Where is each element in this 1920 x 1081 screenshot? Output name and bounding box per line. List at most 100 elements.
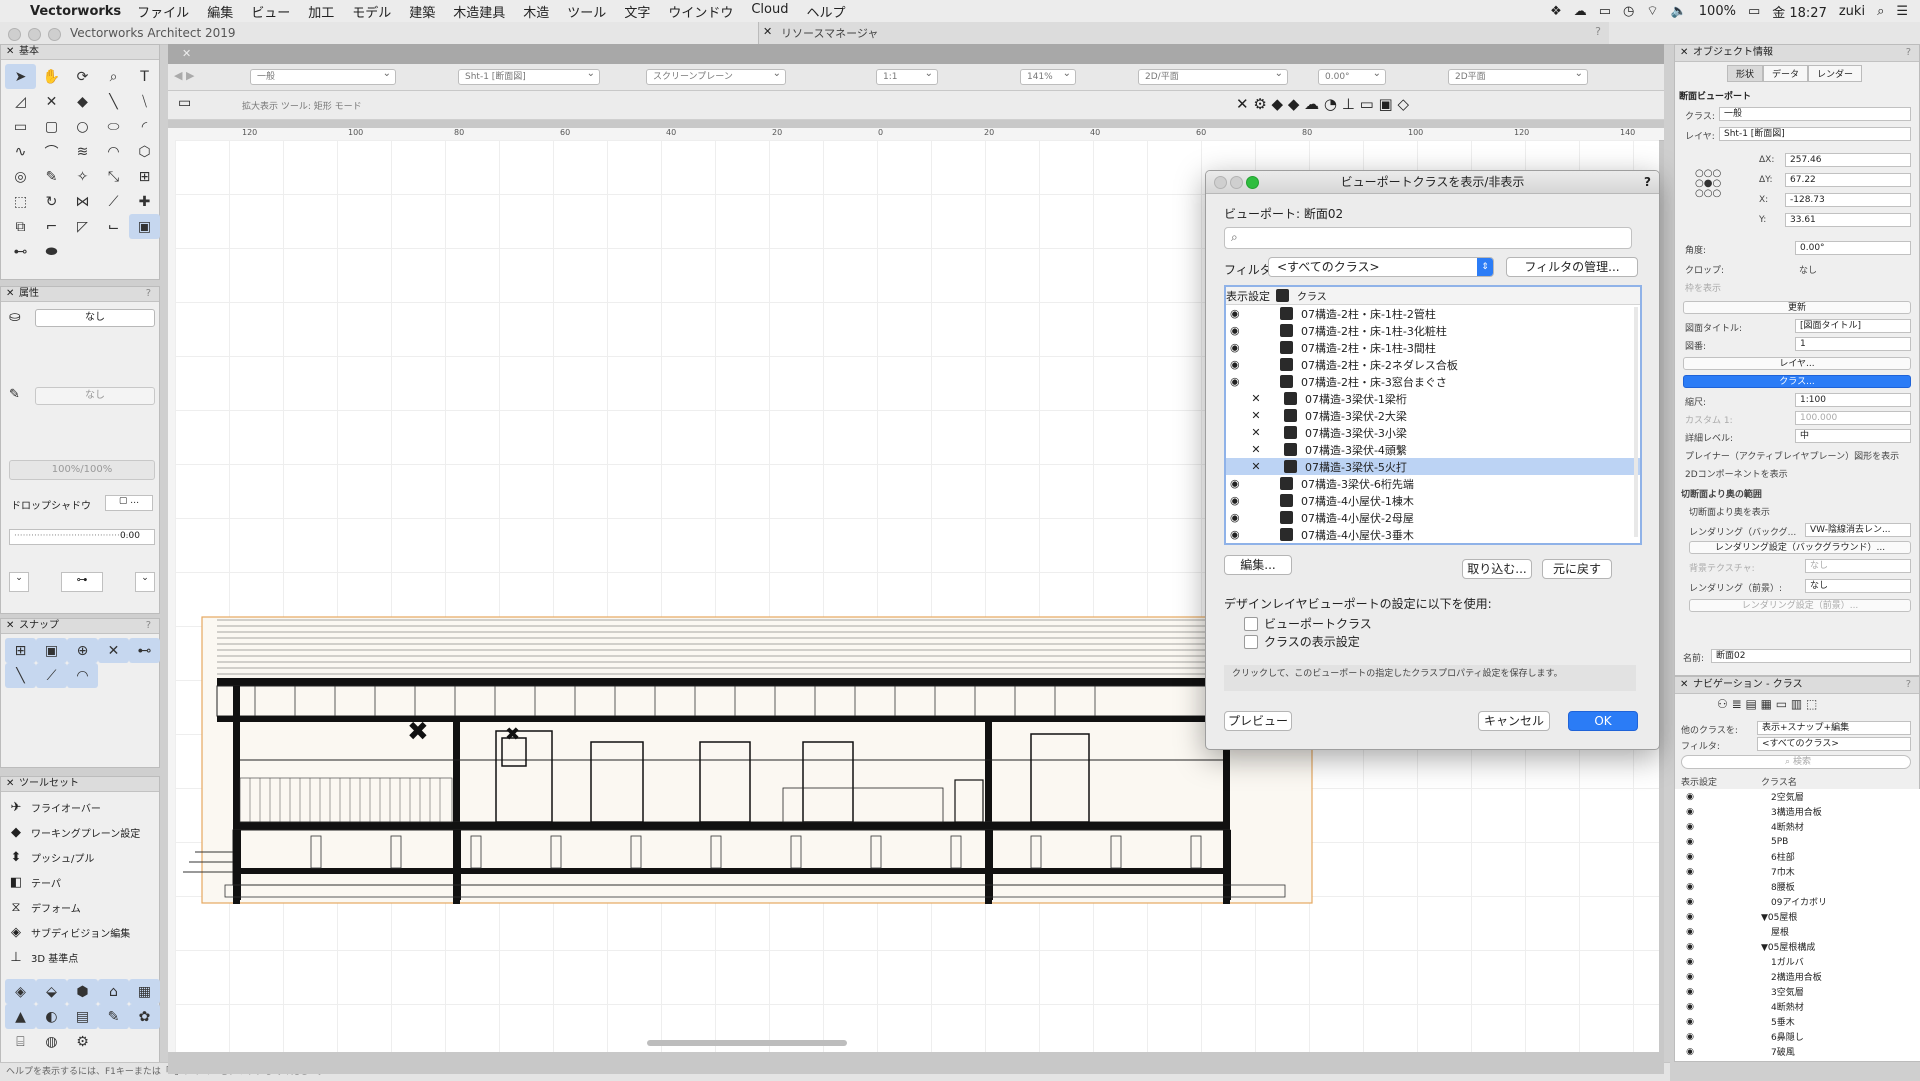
circle-tool-icon[interactable]: ○ — [67, 114, 98, 139]
hidden-x-icon[interactable]: ✕ — [1226, 443, 1278, 456]
text-tool-icon[interactable]: T — [129, 64, 160, 89]
nav-class-row[interactable]: ◉ 1ガルバ — [1675, 954, 1905, 969]
toolset-item[interactable]: ⬍ プッシュ/プル — [1, 845, 161, 870]
trim-tool-icon[interactable]: ⌙ — [98, 214, 129, 239]
eyedropper-tool-icon[interactable]: ✎ — [36, 164, 67, 189]
menu-0[interactable]: ファイル — [137, 2, 189, 21]
toolset-item[interactable]: ◧ テーパ — [1, 870, 161, 895]
import-button[interactable]: 取り込む... — [1462, 559, 1532, 579]
eye-icon[interactable]: ◉ — [1675, 1047, 1705, 1057]
double-line-tool-icon[interactable]: ⧹ — [129, 89, 160, 114]
y-field[interactable]: 33.61 — [1785, 213, 1911, 227]
close-dialog-button[interactable] — [1214, 176, 1227, 189]
eye-icon[interactable]: ◉ — [1675, 822, 1705, 832]
nav-class-row[interactable]: ◉ 5PB — [1675, 834, 1905, 849]
zoom-dialog-button[interactable] — [1246, 176, 1259, 189]
mirror-tool-icon[interactable]: ⋈ — [67, 189, 98, 214]
nav-class-row[interactable]: ◉ 6柱部 — [1675, 849, 1905, 864]
site-tool-icon[interactable]: ▲ — [5, 1004, 36, 1029]
polyline-tool-icon[interactable]: ⌒ — [36, 139, 67, 164]
plane-angle-field[interactable]: 0.00° — [1318, 67, 1386, 85]
notification-icon[interactable]: ☰ — [1896, 4, 1908, 19]
arrow-start-select[interactable]: ⌄ — [9, 572, 29, 592]
light-tool-icon[interactable]: ◐ — [36, 1004, 67, 1029]
fillet-tool-icon[interactable]: ⌐ — [36, 214, 67, 239]
class-row[interactable]: ✕ 07構造-3梁伏-1梁桁 — [1226, 390, 1640, 407]
extrude-tool-icon[interactable]: ⬙ — [36, 979, 67, 1004]
eye-icon[interactable]: ◉ — [1675, 1002, 1705, 1012]
cancel-button[interactable]: キャンセル — [1478, 711, 1550, 731]
minimize-dialog-button[interactable] — [1230, 176, 1243, 189]
eye-icon[interactable]: ◉ — [1675, 1017, 1705, 1027]
solid-tool-icon[interactable]: ⬢ — [67, 979, 98, 1004]
toolset-item[interactable]: ⧖ デフォーム — [1, 895, 161, 920]
minimize-window-button[interactable] — [28, 28, 41, 41]
nav-toolbar-icons[interactable]: ⚇ ≣ ▤ ▦ ▭ ▥ ⬚ — [1717, 697, 1817, 711]
snap-smart-edge-icon[interactable]: ⟋ — [36, 663, 67, 688]
arrow-end-select[interactable]: ⌄ — [135, 572, 155, 592]
snap-distance-icon[interactable]: ⊷ — [129, 638, 160, 663]
nav-class-row[interactable]: ◉ 3空気層 — [1675, 984, 1905, 999]
manage-filters-button[interactable]: フィルタの管理... — [1506, 257, 1638, 277]
eye-icon[interactable]: ◉ — [1675, 837, 1705, 847]
help-icon[interactable]: ? — [1644, 171, 1651, 193]
class-search-input[interactable]: ⌕ — [1224, 227, 1632, 249]
class-row[interactable]: ◉ 07構造-4小屋伏-1棟木 — [1226, 492, 1640, 509]
nav-class-row[interactable]: ◉ 3構造用合板 — [1675, 804, 1905, 819]
toolset-item[interactable]: ⊥ 3D 基準点 — [1, 945, 161, 970]
eye-icon[interactable]: ◉ — [1226, 341, 1274, 354]
nav-class-row[interactable]: ◉ 6鼻隠し — [1675, 1029, 1905, 1044]
class-row[interactable]: ◉ 07構造-3梁伏-6桁先端 — [1226, 475, 1640, 492]
user-name[interactable]: zuki — [1839, 4, 1865, 19]
name-field[interactable]: 断面02 — [1711, 649, 1911, 663]
callout-tool-icon[interactable]: ◿ — [5, 89, 36, 114]
eye-icon[interactable]: ◉ — [1226, 494, 1274, 507]
crop-show-checkbox[interactable]: 枠を表示 — [1685, 281, 1721, 294]
split-tool-icon[interactable]: ⟋ — [98, 189, 129, 214]
other-classes-select[interactable]: 表示+スナップ+編集 — [1757, 721, 1911, 735]
attribute-mapping-icon[interactable]: ◆ — [67, 89, 98, 114]
freehand-tool-icon[interactable]: ∿ — [5, 139, 36, 164]
class-row[interactable]: ◉ 07構造-2柱・床-2ネダレス合板 — [1226, 356, 1640, 373]
menu-11[interactable]: Cloud — [751, 2, 788, 21]
eye-icon[interactable]: ◉ — [1675, 867, 1705, 877]
double-polyline-tool-icon[interactable]: ≋ — [67, 139, 98, 164]
menu-6[interactable]: 木造建具 — [453, 2, 505, 21]
cylinder-tool-icon[interactable]: ◍ — [36, 1029, 67, 1054]
hidden-x-icon[interactable]: ✕ — [1226, 409, 1278, 422]
dx-field[interactable]: 257.46 — [1785, 153, 1911, 167]
eye-icon[interactable]: ◉ — [1675, 972, 1705, 982]
close-icon[interactable]: ✕ — [763, 25, 772, 38]
gear-icon[interactable]: ⚙ — [67, 1029, 98, 1054]
show-beyond-checkbox[interactable]: 切断面より奥を表示 — [1689, 505, 1770, 518]
nav-class-row[interactable]: ◉ 4断熱材 — [1675, 999, 1905, 1014]
class-select[interactable]: 一般 — [1719, 107, 1911, 121]
viewport-tools-icons[interactable]: ✕ ⚙ ◆ ◆ ☁ ◔ ⊥ ▭ ▣ ◇ — [1236, 95, 1409, 113]
reference-point-grid-icon[interactable]: ○○○ ○●○ ○○○ — [1695, 169, 1721, 199]
render-fg-settings-button[interactable]: レンダリング設定（前景）... — [1689, 599, 1911, 612]
eye-icon[interactable]: ◉ — [1675, 897, 1705, 907]
spotlight-icon[interactable]: ⌕ — [1877, 4, 1884, 19]
toolset-item[interactable]: ◈ サブディビジョン編集 — [1, 920, 161, 945]
layer-select[interactable]: Sht-1 [断面図] — [1719, 127, 1911, 141]
nav-filter-select[interactable]: <すべてのクラス> — [1757, 737, 1911, 751]
bg-texture-select[interactable]: なし — [1805, 559, 1911, 573]
horizontal-scrollbar[interactable] — [647, 1040, 847, 1046]
rotate-tool-icon[interactable]: ↻ — [36, 189, 67, 214]
nav-class-row[interactable]: ◉ 4断熱材 — [1675, 819, 1905, 834]
nav-class-row[interactable]: ◉ 屋根 — [1675, 924, 1905, 939]
class-row[interactable]: ◉ 07構造-2柱・床-1柱-3化粧柱 — [1226, 322, 1640, 339]
zoom-mode-icon[interactable]: ▭ — [178, 95, 191, 111]
eye-icon[interactable]: ◉ — [1675, 882, 1705, 892]
wand-tool-icon[interactable]: ✧ — [67, 164, 98, 189]
eye-icon[interactable]: ◉ — [1675, 957, 1705, 967]
class-row[interactable]: ✕ 07構造-3梁伏-5火打 — [1226, 458, 1640, 475]
furniture-tool-icon[interactable]: ▤ — [67, 1004, 98, 1029]
clock[interactable]: 金 18:27 — [1772, 2, 1827, 21]
arc-tool-icon[interactable]: ◜ — [129, 114, 160, 139]
edit-button[interactable]: 編集... — [1224, 555, 1292, 575]
line-tool-icon[interactable]: ╲ — [98, 89, 129, 114]
eye-icon[interactable]: ◉ — [1226, 528, 1274, 541]
snap-smart-point-icon[interactable]: ╲ — [5, 663, 36, 688]
nav-class-row[interactable]: ◉ ▼05屋根 — [1675, 909, 1905, 924]
